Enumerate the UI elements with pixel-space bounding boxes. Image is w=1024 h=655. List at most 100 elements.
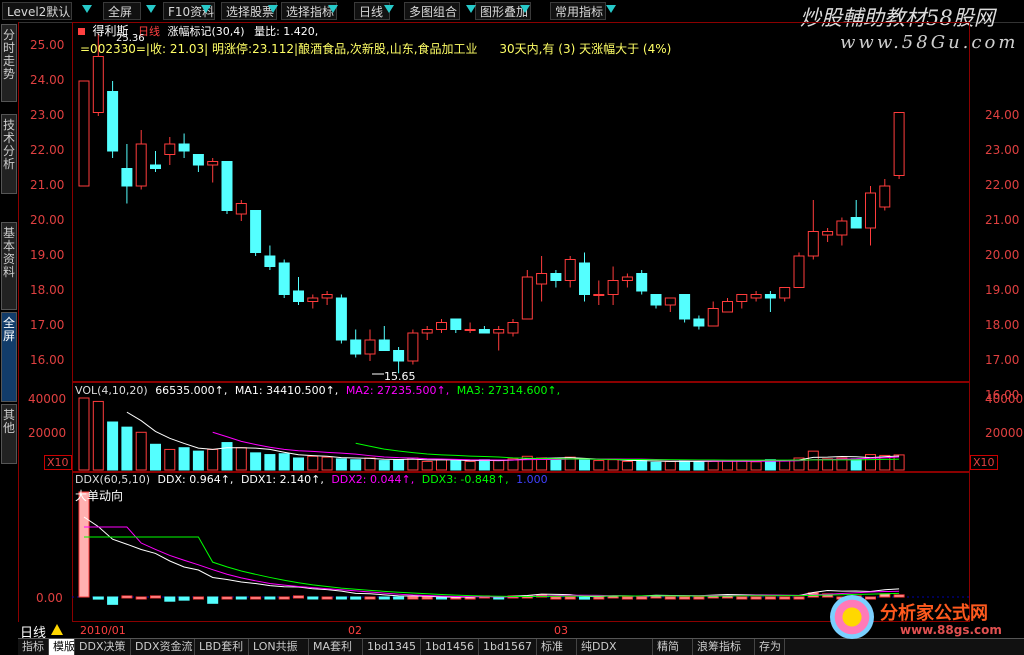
dropdown-arrow-icon[interactable] <box>268 5 278 13</box>
bottom-tab-6[interactable]: MA套利 <box>309 639 363 655</box>
candle[interactable] <box>507 319 519 337</box>
bottom-tab-9[interactable]: 1bd1567 <box>479 639 537 655</box>
candle[interactable] <box>579 252 590 302</box>
candle[interactable] <box>564 256 576 288</box>
candle[interactable] <box>178 133 190 159</box>
candle[interactable] <box>822 228 834 242</box>
candle[interactable] <box>164 137 176 165</box>
bottom-tab-4[interactable]: LBD套利 <box>195 639 249 655</box>
candle[interactable] <box>893 112 905 180</box>
toolbar-item-8[interactable]: 常用指标 <box>550 2 606 20</box>
candle[interactable] <box>750 291 762 302</box>
candle[interactable] <box>664 297 676 312</box>
candle[interactable] <box>436 319 447 333</box>
candle[interactable] <box>722 298 733 313</box>
candle[interactable] <box>207 158 219 183</box>
candle[interactable] <box>636 270 648 295</box>
dropdown-arrow-icon[interactable] <box>82 5 92 13</box>
candle[interactable] <box>550 270 562 288</box>
ddx-bar <box>235 596 247 600</box>
price-tick-left: 24.00 <box>30 73 65 87</box>
candle[interactable] <box>350 329 362 358</box>
candle[interactable] <box>407 329 419 365</box>
candle[interactable] <box>836 217 848 246</box>
toolbar-item-0[interactable]: Level2默认 <box>2 2 72 20</box>
toolbar-item-6[interactable]: 多图组合 <box>404 2 460 20</box>
candle[interactable] <box>650 294 662 309</box>
bottom-tab-1[interactable]: 模版 <box>49 639 75 655</box>
candle[interactable] <box>264 245 276 271</box>
candle[interactable] <box>293 277 304 305</box>
candlestick-chart[interactable] <box>72 22 970 382</box>
dropdown-arrow-icon[interactable] <box>606 5 616 13</box>
dropdown-arrow-icon[interactable] <box>384 5 394 13</box>
bottom-tab-2[interactable]: DDX决策 <box>75 639 131 655</box>
candle[interactable] <box>779 287 791 302</box>
dropdown-arrow-icon[interactable] <box>201 5 211 13</box>
candle[interactable] <box>693 315 705 330</box>
volume-bar <box>278 453 290 471</box>
dropdown-arrow-icon[interactable] <box>146 5 156 13</box>
left-tab-4[interactable]: 其他 <box>1 404 17 464</box>
candle[interactable] <box>221 161 233 215</box>
candle[interactable] <box>364 329 376 362</box>
candle[interactable] <box>764 291 776 312</box>
bottom-tab-8[interactable]: 1bd1456 <box>421 639 479 655</box>
bottom-tab-14[interactable]: 存为 <box>755 639 785 655</box>
bottom-tab-13[interactable]: 浪筹指标 <box>693 639 755 655</box>
candle[interactable] <box>607 266 619 306</box>
candle[interactable] <box>621 273 633 288</box>
high-marker: 25.36 <box>116 33 145 44</box>
toolbar-item-1[interactable]: 全屏 <box>103 2 141 20</box>
candle[interactable] <box>135 130 147 190</box>
candle[interactable] <box>865 186 876 246</box>
candle[interactable] <box>736 294 748 309</box>
candle[interactable] <box>593 280 605 306</box>
candle[interactable] <box>707 301 719 327</box>
candle[interactable] <box>850 200 862 229</box>
candle[interactable] <box>793 252 805 288</box>
price-tick-right: 23.00 <box>985 143 1020 157</box>
left-tab-1[interactable]: 技术分析 <box>1 114 17 194</box>
dropdown-arrow-icon[interactable] <box>520 5 530 13</box>
candle[interactable] <box>879 179 891 211</box>
price-tick-right: 18.00 <box>985 318 1020 332</box>
left-tab-0[interactable]: 分时走势 <box>1 24 17 102</box>
candle[interactable] <box>307 294 319 309</box>
candle[interactable] <box>679 294 691 323</box>
bottom-tab-11[interactable]: 纯DDX <box>577 639 653 655</box>
ddx-bar <box>264 596 276 600</box>
candle[interactable] <box>421 326 433 340</box>
bottom-tab-0[interactable]: 指标 <box>18 639 49 655</box>
bottom-tab-5[interactable]: LON共振 <box>249 639 309 655</box>
candle[interactable] <box>235 200 247 221</box>
candle[interactable] <box>192 154 204 173</box>
bottom-tab-10[interactable]: 标准 <box>537 639 577 655</box>
candle[interactable] <box>521 270 533 320</box>
bottom-tab-7[interactable]: 1bd1345 <box>363 639 421 655</box>
price-tick-left: 19.00 <box>30 248 65 262</box>
bottom-tab-12[interactable]: 精简 <box>653 639 693 655</box>
candle[interactable] <box>536 256 548 302</box>
candle[interactable] <box>250 210 262 257</box>
left-tab-2[interactable]: 基本资料 <box>1 222 17 310</box>
volume-bar <box>207 448 219 471</box>
left-tab-3[interactable]: 全屏 <box>1 312 17 402</box>
candle[interactable] <box>121 144 133 204</box>
candle[interactable] <box>493 326 505 351</box>
dropdown-arrow-icon[interactable] <box>328 5 338 13</box>
candle[interactable] <box>450 318 462 333</box>
candle[interactable] <box>807 200 819 260</box>
candle[interactable] <box>150 151 161 172</box>
dropdown-arrow-icon[interactable] <box>466 5 476 13</box>
candle[interactable] <box>107 81 119 158</box>
candle[interactable] <box>378 326 390 351</box>
candle[interactable] <box>335 294 347 344</box>
ddx-chart[interactable] <box>72 472 970 622</box>
candle[interactable] <box>278 259 290 299</box>
candle[interactable] <box>78 80 90 187</box>
bottom-tab-3[interactable]: DDX资金流 <box>131 639 195 655</box>
candle[interactable] <box>464 322 476 334</box>
candle[interactable] <box>321 291 333 305</box>
candle[interactable] <box>478 326 490 334</box>
